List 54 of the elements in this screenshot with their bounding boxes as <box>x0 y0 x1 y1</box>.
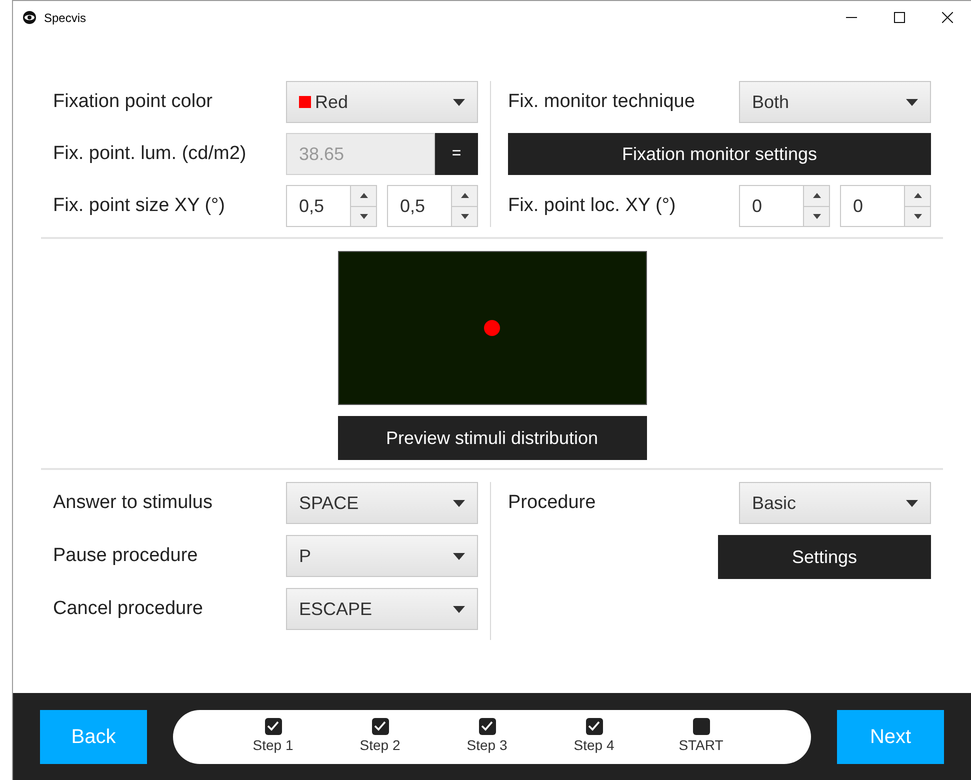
fixation-monitor-settings-button[interactable]: Fixation monitor settings <box>508 133 931 175</box>
increment-icon[interactable] <box>351 186 376 206</box>
field-label: Fixation point color <box>53 90 212 114</box>
step-label: Step 4 <box>574 736 614 755</box>
window-title: Specvis <box>44 10 86 26</box>
maximize-icon <box>894 12 904 23</box>
step-label: Step 2 <box>360 736 400 755</box>
field-label: Fix. point size XY (°) <box>53 194 225 218</box>
decrement-icon[interactable] <box>905 206 930 226</box>
field-label: Answer to stimulus <box>53 490 212 515</box>
field-label: Procedure <box>508 490 596 515</box>
increment-icon[interactable] <box>452 186 477 206</box>
field-label: Cancel procedure <box>53 596 203 621</box>
field-label: Fix. point loc. XY (°) <box>508 194 676 218</box>
field-label: Pause procedure <box>53 544 198 568</box>
spinner-field[interactable]: 0,5 <box>387 185 478 227</box>
step-label: START <box>678 736 724 754</box>
caret-icon <box>453 98 465 106</box>
eye-icon <box>23 11 36 24</box>
field-label: Fix. monitor technique <box>508 90 695 114</box>
caret-icon <box>906 98 918 106</box>
increment-icon[interactable] <box>804 186 829 206</box>
calculate-button[interactable]: = <box>435 133 478 175</box>
dropdown-value: SPACE <box>299 492 359 514</box>
dropdown[interactable]: Both <box>739 81 931 123</box>
dropdown[interactable]: ESCAPE <box>286 588 478 630</box>
increment-icon[interactable] <box>905 186 930 206</box>
close-icon <box>942 12 952 23</box>
decrement-icon[interactable] <box>804 206 829 226</box>
caret-icon <box>453 552 465 560</box>
decrement-icon[interactable] <box>452 206 477 226</box>
minimize-icon <box>846 17 856 18</box>
dropdown-value: ESCAPE <box>299 598 372 620</box>
color-swatch-icon <box>299 96 311 108</box>
dropdown-value: Red <box>315 90 348 114</box>
dropdown[interactable]: Basic <box>739 482 931 524</box>
spinner-field[interactable]: 0 <box>840 185 931 227</box>
spinner-field[interactable]: 0 <box>739 185 830 227</box>
field-label: Fix. point. lum. (cd/m2) <box>53 142 246 166</box>
caret-icon <box>906 500 918 506</box>
decrement-icon[interactable] <box>351 206 376 226</box>
dropdown[interactable]: P <box>286 535 478 577</box>
dropdown-value: Basic <box>752 492 796 514</box>
step-label: Step 3 <box>466 736 508 755</box>
caret-icon <box>453 606 465 612</box>
preview-stimuli-button[interactable]: Preview stimuli distribution <box>338 416 646 460</box>
settings-button[interactable]: Settings <box>718 535 931 579</box>
dropdown[interactable]: SPACE <box>286 482 478 524</box>
step-label: Step 1 <box>252 736 294 755</box>
dropdown-value: Both <box>752 90 790 114</box>
dropdown[interactable]: Red <box>286 81 478 123</box>
caret-icon <box>453 500 465 506</box>
dropdown-value: P <box>299 544 312 568</box>
spinner-field[interactable]: 0,5 <box>286 185 377 227</box>
